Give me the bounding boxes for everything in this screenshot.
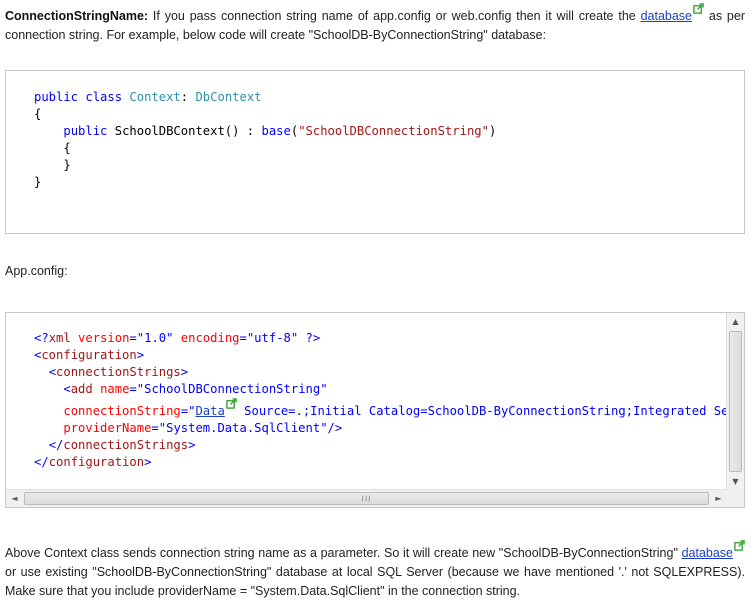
external-link-icon	[226, 398, 237, 409]
external-link-icon	[693, 3, 704, 14]
horizontal-scroll-thumb[interactable]: III	[24, 492, 709, 505]
external-link-icon	[734, 540, 745, 551]
grip-icon: III	[361, 494, 372, 503]
vertical-scroll-thumb[interactable]	[729, 331, 742, 472]
intro-paragraph: ConnectionStringName: If you pass connec…	[5, 3, 745, 45]
code-block-appconfig[interactable]: <?xml version="1.0" encoding="utf-8" ?> …	[5, 312, 745, 508]
code-context: public class Context: DbContext { public…	[34, 90, 497, 189]
data-source-link[interactable]: Data	[195, 404, 224, 418]
code-appconfig: <?xml version="1.0" encoding="utf-8" ?> …	[34, 331, 727, 469]
scroll-up-arrow-icon[interactable]: ▲	[727, 313, 744, 330]
scroll-right-arrow-icon[interactable]: ►	[710, 490, 727, 507]
outro-paragraph: Above Context class sends connection str…	[5, 540, 745, 601]
code-viewport: <?xml version="1.0" encoding="utf-8" ?> …	[6, 313, 727, 490]
vertical-scrollbar[interactable]: ▲ ▼	[726, 313, 744, 490]
code-block-context: public class Context: DbContext { public…	[5, 70, 745, 234]
scrollbar-corner	[727, 490, 744, 507]
scroll-left-arrow-icon[interactable]: ◄	[6, 490, 23, 507]
appconfig-label: App.config:	[5, 264, 68, 278]
term-connection-string-name: ConnectionStringName:	[5, 9, 149, 23]
database-link-2[interactable]: database	[682, 546, 733, 560]
horizontal-scrollbar[interactable]: ◄ III ►	[6, 489, 727, 507]
database-link[interactable]: database	[641, 9, 692, 23]
scroll-down-arrow-icon[interactable]: ▼	[727, 473, 744, 490]
